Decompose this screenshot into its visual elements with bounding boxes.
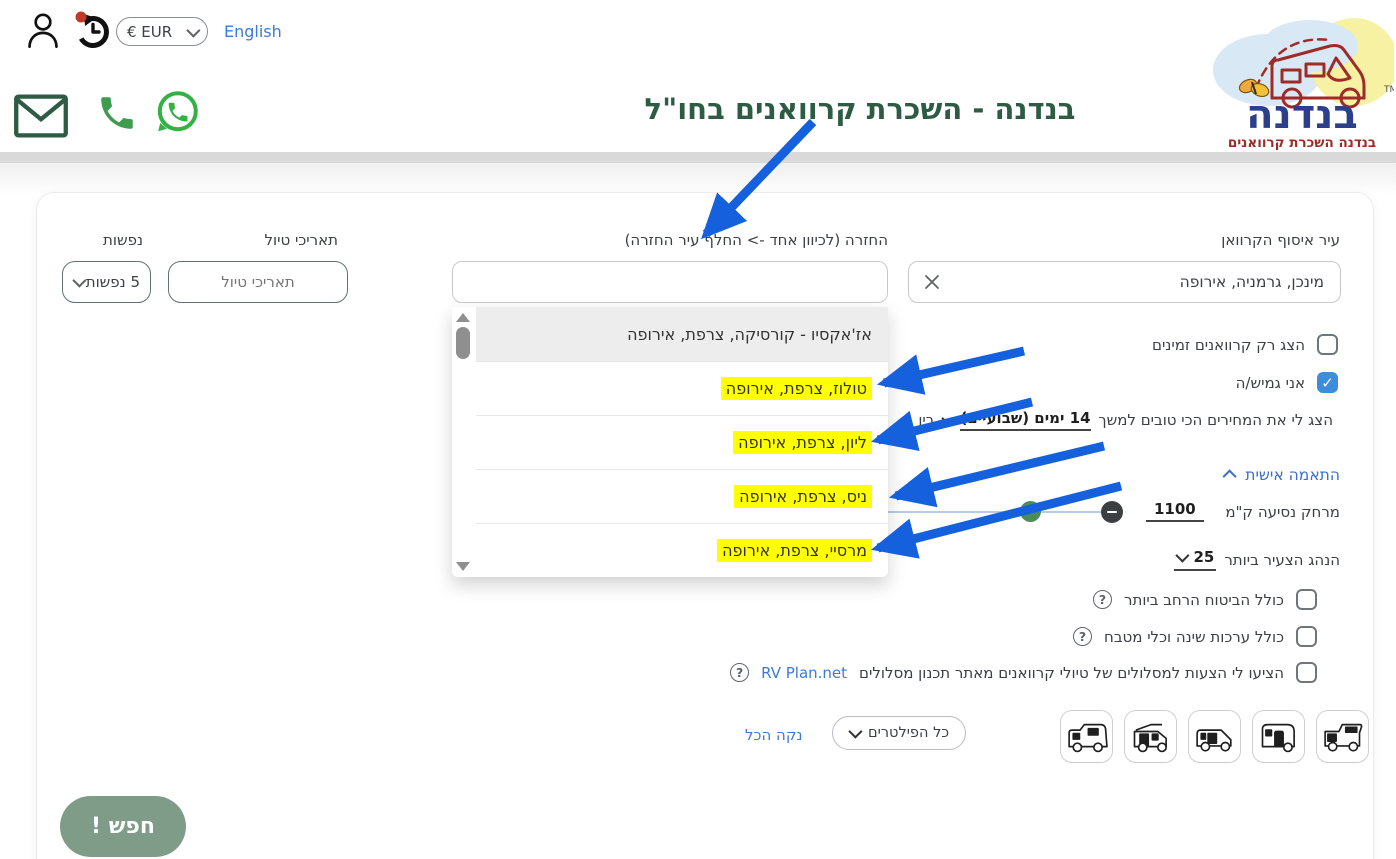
pickup-city-label: עיר איסוף הקרוואן	[1221, 231, 1340, 249]
vehicle-type-filters	[1060, 710, 1369, 763]
vehicle-type-van-icon[interactable]	[1188, 710, 1241, 763]
check-icon: ✓	[1321, 374, 1334, 392]
routes-label: הציעו לי הצעות למסלולים של טיולי קרוואני…	[859, 664, 1284, 682]
history-icon[interactable]	[72, 9, 112, 55]
whatsapp-icon[interactable]	[153, 88, 201, 140]
logo-tagline: בנדנה השכרת קרוואנים	[1228, 135, 1376, 151]
clear-all-link[interactable]: נקה הכל	[745, 726, 802, 744]
flexible-checkbox[interactable]: ✓	[1317, 372, 1338, 393]
logo-trademark: TM	[1383, 85, 1394, 95]
available-only-row: הצג רק קרוואנים זמינים	[1152, 334, 1338, 355]
dropdown-scrollbar[interactable]	[455, 311, 471, 573]
youngest-driver-label: הנהג הצעיר ביותר	[1224, 551, 1340, 569]
language-link[interactable]: English	[224, 22, 282, 41]
brand-logo[interactable]: בנדנה TM בנדנה השכרת קרוואנים	[1202, 0, 1394, 162]
vehicle-type-campervan-icon[interactable]	[1060, 710, 1113, 763]
available-only-checkbox[interactable]	[1317, 334, 1338, 355]
help-icon[interactable]: ?	[1073, 627, 1092, 646]
dropdown-item[interactable]: אז'אקסיו - קורסיקה, צרפת, אירופה	[476, 307, 888, 361]
dropdown-item-label: אז'אקסיו - קורסיקה, צרפת, אירופה	[627, 325, 872, 344]
rv-plan-link[interactable]: RV Plan.net	[761, 664, 847, 682]
kits-checkbox[interactable]	[1296, 626, 1317, 647]
dropdown-item-label: ליון, צרפת, אירופה	[733, 431, 872, 454]
logo-brand-text: בנדנה	[1246, 92, 1358, 138]
dropdown-item[interactable]: מרסיי, צרפת, אירופה	[476, 523, 888, 577]
chevron-down-icon	[848, 725, 862, 739]
personalization-toggle[interactable]: התאמה אישית	[1226, 466, 1340, 484]
chevron-down-icon	[72, 274, 86, 288]
dropdown-item-label: ניס, צרפת, אירופה	[734, 485, 872, 508]
dropdown-item-label: טולוז, צרפת, אירופה	[721, 377, 872, 400]
user-account-icon[interactable]	[24, 7, 62, 57]
currency-value: € EUR	[127, 23, 172, 41]
flexible-row: ✓ אני גמיש/ה	[1236, 372, 1338, 393]
return-city-label: החזרה (לכיוון אחד -> החלף עיר החזרה)	[625, 231, 888, 249]
clear-pickup-icon[interactable]	[922, 272, 942, 292]
return-city-input[interactable]	[452, 261, 888, 303]
all-filters-label: כל הפילטרים	[868, 725, 949, 741]
scrollbar-thumb[interactable]	[456, 327, 470, 359]
chevron-down-icon	[1176, 549, 1190, 563]
kits-label: כולל ערכות שינה וכלי מטבח	[1104, 628, 1284, 646]
return-city-dropdown: אז'אקסיו - קורסיקה, צרפת, אירופה טולוז, …	[452, 307, 888, 577]
available-only-label: הצג רק קרוואנים זמינים	[1152, 336, 1305, 354]
kits-row: כולל ערכות שינה וכלי מטבח ?	[1073, 626, 1317, 647]
insurance-label: כולל הביטוח הרחב ביותר	[1124, 591, 1284, 609]
trip-dates-label: תאריכי טיול	[265, 231, 338, 249]
vehicle-type-semi-integrated-roof-icon[interactable]	[1124, 710, 1177, 763]
best-prices-prefix: הצג לי את המחירים הכי טובים למשך	[1099, 411, 1333, 429]
persons-value: 5 נפשות	[86, 273, 140, 291]
routes-checkbox[interactable]	[1296, 662, 1317, 683]
personalization-title: התאמה אישית	[1245, 466, 1340, 484]
distance-label: מרחק נסיעה ק"מ	[1225, 503, 1340, 521]
mail-icon[interactable]	[13, 93, 69, 143]
search-button[interactable]: חפש !	[60, 796, 186, 857]
header-divider-fade	[0, 163, 1396, 195]
header-divider	[0, 152, 1396, 163]
phone-icon[interactable]	[96, 92, 138, 138]
vehicle-type-alcove-icon[interactable]	[1316, 710, 1369, 763]
persons-select[interactable]: 5 נפשות	[62, 261, 151, 303]
distance-value[interactable]: 1100	[1146, 500, 1204, 522]
insurance-row: כולל הביטוח הרחב ביותר ?	[1093, 589, 1317, 610]
trip-dates-input[interactable]	[168, 261, 348, 303]
dropdown-item[interactable]: ניס, צרפת, אירופה	[476, 469, 888, 523]
vehicle-type-caravan-trailer-icon[interactable]	[1252, 710, 1305, 763]
currency-select[interactable]: € EUR	[116, 17, 208, 46]
page: € EUR English בנדנה - השכרת קרוואנים בחו…	[0, 0, 1396, 859]
best-prices-suffix: בין	[918, 411, 934, 429]
routes-row: הציעו לי הצעות למסלולים של טיולי קרוואני…	[730, 662, 1317, 683]
youngest-driver-row: הנהג הצעיר ביותר 25	[1174, 548, 1340, 571]
dropdown-item[interactable]: טולוז, צרפת, אירופה	[476, 361, 888, 415]
help-icon[interactable]: ?	[1093, 590, 1112, 609]
youngest-driver-select[interactable]: 25	[1174, 548, 1216, 571]
best-prices-duration[interactable]: 14 ימים (שבועיים)	[960, 409, 1090, 431]
flexible-label: אני גמיש/ה	[1236, 374, 1305, 392]
page-title: בנדנה - השכרת קרוואנים בחו"ל	[560, 92, 1160, 126]
distance-decrease-button[interactable]	[1101, 501, 1123, 523]
pickup-city-input[interactable]	[908, 261, 1341, 303]
dropdown-item-label: מרסיי, צרפת, אירופה	[717, 539, 872, 562]
chevron-down-icon[interactable]	[942, 412, 956, 426]
scroll-up-icon[interactable]	[456, 313, 470, 322]
chevron-down-icon	[186, 23, 200, 37]
insurance-checkbox[interactable]	[1296, 589, 1317, 610]
dropdown-item[interactable]: ליון, צרפת, אירופה	[476, 415, 888, 469]
distance-slider-thumb[interactable]	[1020, 501, 1041, 522]
persons-label: נפשות	[103, 231, 143, 249]
best-prices-row: הצג לי את המחירים הכי טובים למשך 14 ימים…	[918, 409, 1333, 431]
help-icon[interactable]: ?	[730, 663, 749, 682]
youngest-driver-value: 25	[1193, 548, 1214, 566]
distance-slider-track[interactable]	[888, 511, 1101, 513]
scroll-down-icon[interactable]	[456, 562, 470, 571]
all-filters-button[interactable]: כל הפילטרים	[832, 716, 966, 750]
